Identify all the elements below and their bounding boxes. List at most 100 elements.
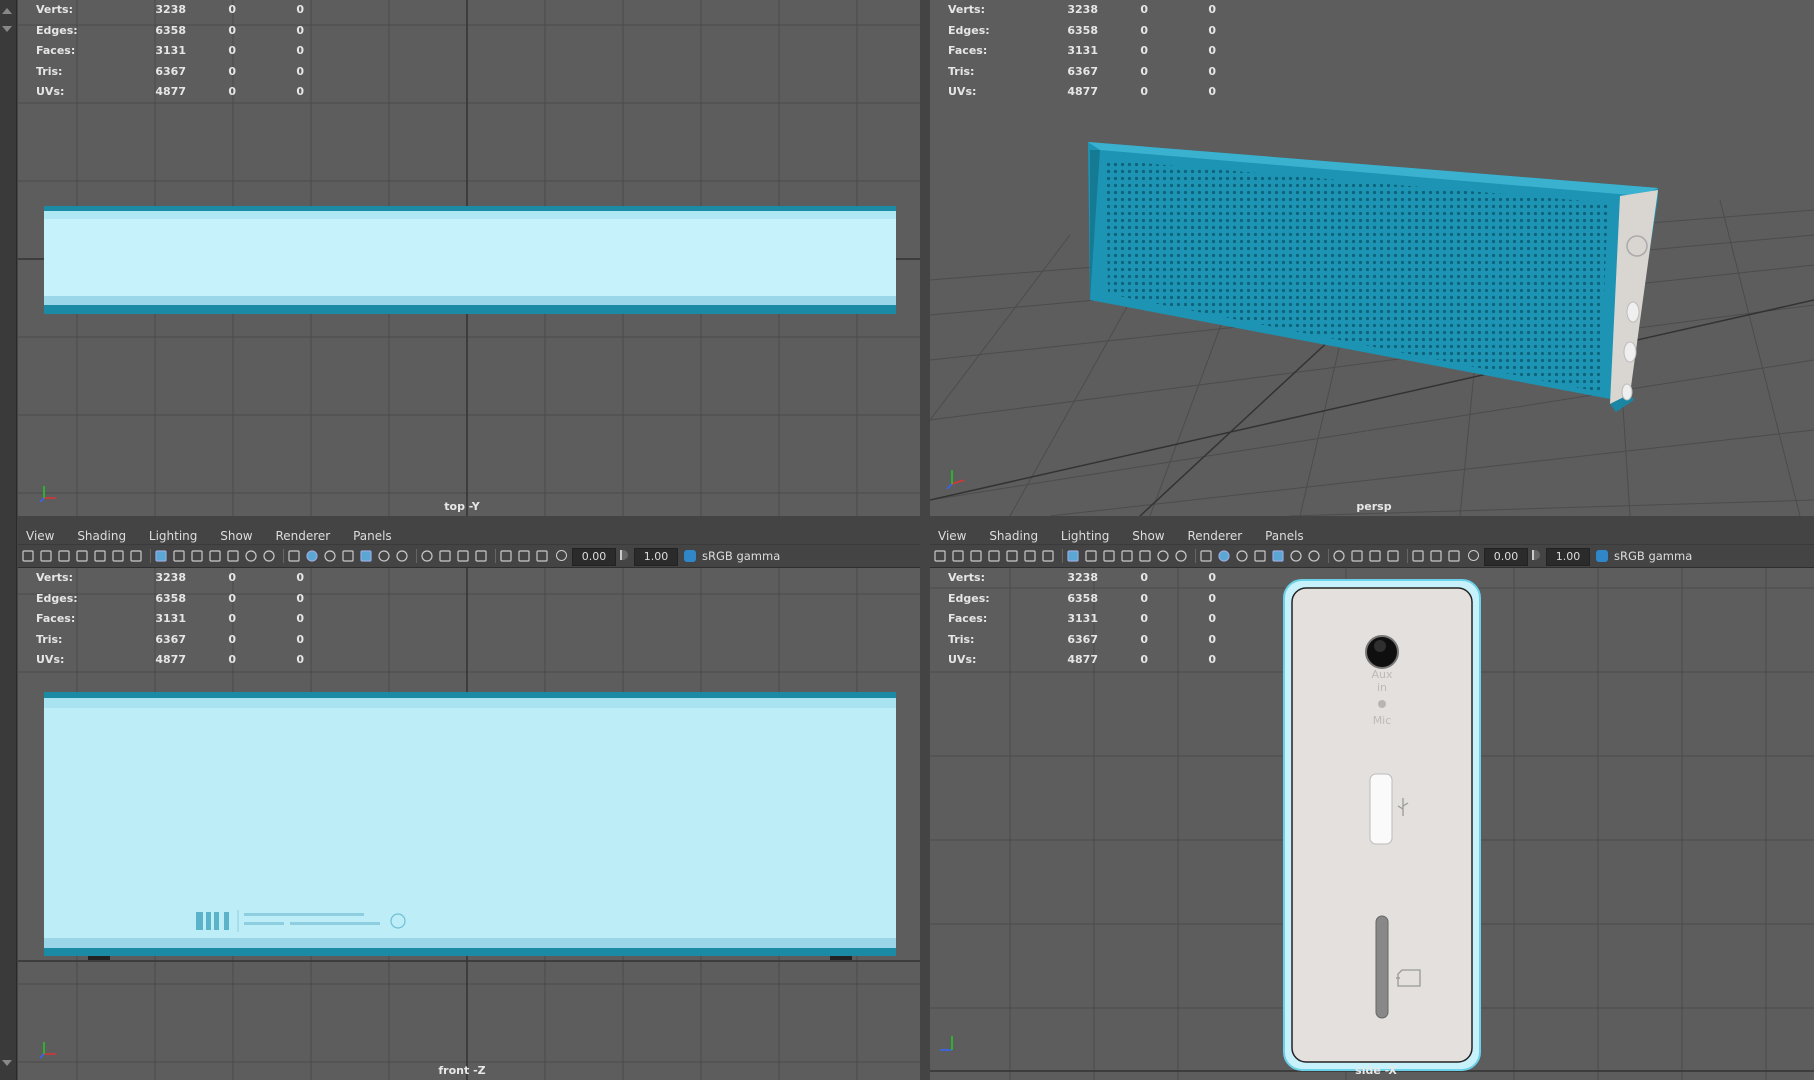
safe-title-icon[interactable] — [263, 550, 275, 562]
menu-show[interactable]: Show — [1132, 526, 1164, 546]
exposure-icon[interactable] — [1468, 550, 1479, 561]
exposure-field[interactable]: 0.00 — [1484, 548, 1528, 566]
stat-value: 6367 — [1067, 632, 1098, 646]
xray-active-icon[interactable] — [1448, 550, 1460, 562]
motion-blur-icon[interactable] — [439, 550, 451, 562]
antialias-icon[interactable] — [1369, 550, 1381, 562]
gamma-field[interactable]: 1.00 — [634, 548, 678, 566]
gamma-icon[interactable] — [1532, 550, 1540, 560]
viewport-persp[interactable]: Verts: 3238 0 0 Edges: 6358 0 0 Faces: 3131 0 0 Tris… — [930, 0, 1814, 516]
scroll-down-icon[interactable] — [2, 1060, 12, 1066]
smooth-shade-icon[interactable] — [1218, 550, 1230, 562]
stat-value: 0 — [1208, 85, 1216, 99]
menu-lighting[interactable]: Lighting — [149, 526, 198, 546]
resolution-gate-icon[interactable] — [191, 550, 203, 562]
stat-value: 6367 — [1067, 64, 1098, 78]
shadows-icon[interactable] — [396, 550, 408, 562]
gamma-icon[interactable] — [620, 550, 628, 560]
antialias-icon[interactable] — [457, 550, 469, 562]
menu-view[interactable]: View — [26, 526, 54, 546]
xray-icon[interactable] — [1272, 550, 1284, 562]
colorspace-label[interactable]: sRGB gamma — [702, 548, 780, 564]
screen-space-ao-icon[interactable] — [421, 550, 433, 562]
toolbar-separator — [416, 549, 417, 563]
menu-panels[interactable]: Panels — [353, 526, 392, 546]
resolution-gate-icon[interactable] — [1103, 550, 1115, 562]
grid-icon[interactable] — [1067, 550, 1079, 562]
wire-on-shaded-icon[interactable] — [1236, 550, 1248, 562]
collapse-up-icon[interactable] — [2, 8, 12, 14]
smooth-shade-icon[interactable] — [306, 550, 318, 562]
film-gate-icon[interactable] — [173, 550, 185, 562]
stat-value: 3238 — [155, 571, 186, 584]
menu-lighting[interactable]: Lighting — [1061, 526, 1110, 546]
camera-label-persp: persp — [1356, 500, 1392, 513]
camera-icon[interactable] — [22, 550, 34, 562]
image-plane-icon[interactable] — [1006, 550, 1018, 562]
field-chart-icon[interactable] — [1139, 550, 1151, 562]
motion-blur-icon[interactable] — [1351, 550, 1363, 562]
textured-icon[interactable] — [342, 550, 354, 562]
viewport-top[interactable]: Verts: 3238 0 0 Edges: 6358 0 0 Faces: 3131 0 0 Tris… — [18, 0, 920, 516]
paint-icon[interactable] — [1042, 550, 1054, 562]
camera-select-icon[interactable] — [40, 550, 52, 562]
colorspace-label[interactable]: sRGB gamma — [1614, 548, 1692, 564]
xray-icon[interactable] — [360, 550, 372, 562]
bookmark-icon[interactable] — [988, 550, 1000, 562]
shadows-icon[interactable] — [1308, 550, 1320, 562]
light-icon[interactable] — [378, 550, 390, 562]
collapse-down-icon[interactable] — [2, 26, 12, 32]
camera-lock-icon[interactable] — [58, 550, 70, 562]
stat-value: 6367 — [155, 632, 186, 646]
menu-renderer[interactable]: Renderer — [275, 526, 330, 546]
dof-icon[interactable] — [475, 550, 487, 562]
menu-show[interactable]: Show — [220, 526, 252, 546]
colorspace-icon[interactable] — [1596, 550, 1608, 562]
isolate-icon[interactable] — [1412, 550, 1424, 562]
stat-value: 4877 — [155, 85, 186, 99]
dof-icon[interactable] — [1387, 550, 1399, 562]
xray-active-icon[interactable] — [536, 550, 548, 562]
stat-value: 0 — [1140, 23, 1148, 37]
paint-icon[interactable] — [130, 550, 142, 562]
bookmark-icon[interactable] — [76, 550, 88, 562]
light-icon[interactable] — [1290, 550, 1302, 562]
camera-select-icon[interactable] — [952, 550, 964, 562]
image-plane-icon[interactable] — [94, 550, 106, 562]
menu-shading[interactable]: Shading — [77, 526, 126, 546]
exposure-field[interactable]: 0.00 — [572, 548, 616, 566]
xray-joints-icon[interactable] — [518, 550, 530, 562]
screen-space-ao-icon[interactable] — [1333, 550, 1345, 562]
exposure-icon[interactable] — [556, 550, 567, 561]
camera-label-front: front -Z — [438, 1064, 486, 1077]
safe-action-icon[interactable] — [245, 550, 257, 562]
textured-icon[interactable] — [1254, 550, 1266, 562]
menu-view[interactable]: View — [938, 526, 966, 546]
pan-icon[interactable] — [112, 550, 124, 562]
field-chart-icon[interactable] — [227, 550, 239, 562]
wire-on-shaded-icon[interactable] — [324, 550, 336, 562]
stat-value: 6358 — [1067, 591, 1098, 605]
gate-mask-icon[interactable] — [209, 550, 221, 562]
aux-in-label: Aux in — [1371, 668, 1393, 694]
wireframe-icon[interactable] — [1200, 550, 1212, 562]
film-gate-icon[interactable] — [1085, 550, 1097, 562]
grid-icon[interactable] — [155, 550, 167, 562]
pan-icon[interactable] — [1024, 550, 1036, 562]
gamma-field[interactable]: 1.00 — [1546, 548, 1590, 566]
colorspace-icon[interactable] — [684, 550, 696, 562]
xray-joints-icon[interactable] — [1430, 550, 1442, 562]
camera-icon[interactable] — [934, 550, 946, 562]
wireframe-icon[interactable] — [288, 550, 300, 562]
camera-lock-icon[interactable] — [970, 550, 982, 562]
safe-title-icon[interactable] — [1175, 550, 1187, 562]
viewport-side[interactable]: Verts: 3238 0 0 Edges: 6358 0 0 Faces: 3131 0 0 Tris… — [930, 568, 1814, 1080]
isolate-icon[interactable] — [500, 550, 512, 562]
gate-mask-icon[interactable] — [1121, 550, 1133, 562]
menu-shading[interactable]: Shading — [989, 526, 1038, 546]
safe-action-icon[interactable] — [1157, 550, 1169, 562]
menu-panels[interactable]: Panels — [1265, 526, 1304, 546]
menu-renderer[interactable]: Renderer — [1187, 526, 1242, 546]
viewport-front[interactable]: Verts: 3238 0 0 Edges: 6358 0 0 Faces: 3131 0 0 Tris… — [18, 568, 920, 1080]
stat-value: 0 — [1208, 44, 1216, 58]
